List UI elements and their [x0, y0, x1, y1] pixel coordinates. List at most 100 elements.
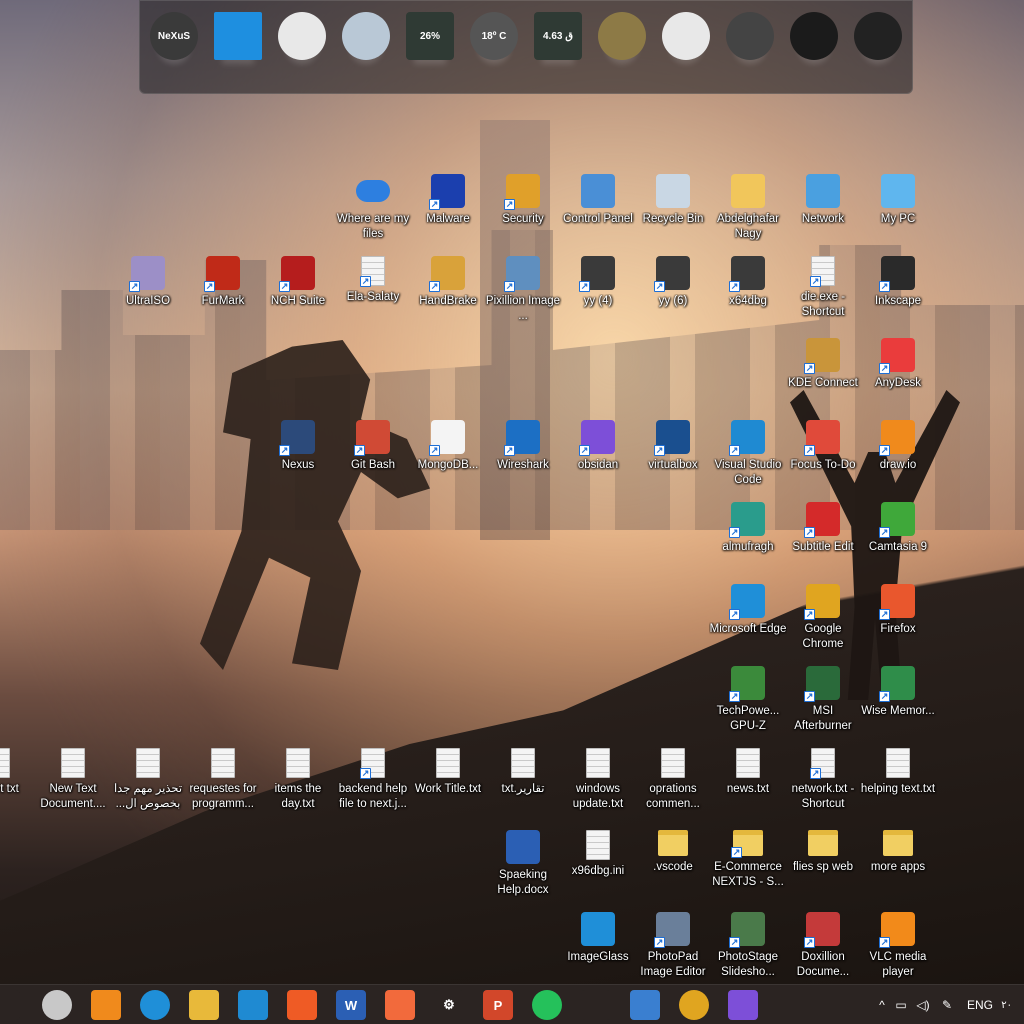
- desktop-icon-x96dbg-ini[interactable]: x96dbg.ini: [559, 828, 637, 906]
- desktop-icon-pixillion-image[interactable]: ↗ Pixillion Image ...: [484, 254, 562, 332]
- desktop-icon-google-chrome[interactable]: ↗ Google Chrome: [784, 582, 862, 660]
- dock-windows-start-icon[interactable]: [211, 9, 265, 63]
- desktop-icon-vscode[interactable]: .vscode: [634, 828, 712, 906]
- dock-clock-icon[interactable]: [275, 9, 329, 63]
- desktop-icon-yy-6[interactable]: ↗ yy (6): [634, 254, 712, 332]
- desktop-icon-news-txt[interactable]: news.txt: [709, 746, 787, 824]
- desktop-icon-wireshark[interactable]: ↗ Wireshark: [484, 418, 562, 496]
- desktop-icon-inkscape[interactable]: ↗ Inkscape: [859, 254, 937, 332]
- desktop-icon-almufragh[interactable]: ↗ almufragh: [709, 500, 787, 578]
- taskbar-edge-icon[interactable]: [140, 990, 170, 1020]
- desktop-icon-txt[interactable]: تقارير.txt: [484, 746, 562, 824]
- desktop-icon-doxillion-docume[interactable]: ↗ Doxillion Docume...: [784, 910, 862, 988]
- desktop-icon-work-title-txt[interactable]: Work Title.txt: [409, 746, 487, 824]
- taskbar-drawio-icon[interactable]: [91, 990, 121, 1020]
- desktop-icon-nch-suite[interactable]: ↗ NCH Suite: [259, 254, 337, 332]
- network-icon[interactable]: ▭: [890, 998, 912, 1012]
- desktop-icon-camtasia-9[interactable]: ↗ Camtasia 9: [859, 500, 937, 578]
- desktop-icon-network-txt-shortcut[interactable]: ↗ network.txt - Shortcut: [784, 746, 862, 824]
- desktop-icon-x64dbg[interactable]: ↗ x64dbg: [709, 254, 787, 332]
- dock-power-icon[interactable]: [723, 9, 777, 63]
- desktop-icon-spaeking-help-docx[interactable]: Spaeking Help.docx: [484, 828, 562, 906]
- desktop-icon-wise-memor[interactable]: ↗ Wise Memor...: [859, 664, 937, 742]
- desktop-icon-anydesk[interactable]: ↗ AnyDesk: [859, 336, 937, 414]
- taskbar-obsidian-icon[interactable]: [728, 990, 758, 1020]
- desktop-icon-focus-to-do[interactable]: ↗ Focus To-Do: [784, 418, 862, 496]
- clock-fragment[interactable]: ٢٠: [1000, 1000, 1012, 1011]
- taskbar-vscode-icon[interactable]: [238, 990, 268, 1020]
- taskbar-figma-icon[interactable]: [581, 990, 611, 1020]
- desktop-icon-photopad-image-editor[interactable]: ↗ PhotoPad Image Editor: [634, 910, 712, 988]
- desktop-icon-helping-text-txt[interactable]: helping text.txt: [859, 746, 937, 824]
- taskbar-word-icon[interactable]: W: [336, 990, 366, 1020]
- desktop-icon-item-41[interactable]: تحذير مهم جدا بخصوص ال...: [109, 746, 187, 824]
- desktop-icon-requestes-for-programm[interactable]: requestes for programm...: [184, 746, 262, 824]
- desktop-icon-microsoft-edge[interactable]: ↗ Microsoft Edge: [709, 582, 787, 660]
- desktop-icon-my-pc[interactable]: My PC: [859, 172, 937, 250]
- desktop-icon-eport-txt[interactable]: eport txt: [0, 746, 37, 824]
- dock-recycle-bin-icon[interactable]: [339, 9, 393, 63]
- dock-speaker-icon[interactable]: [787, 9, 841, 63]
- desktop-icon-network[interactable]: Network: [784, 172, 862, 250]
- desktop-icon-abdelghafar-nagy[interactable]: Abdelghafar Nagy: [709, 172, 787, 250]
- taskbar-file-explorer-icon[interactable]: [189, 990, 219, 1020]
- desktop-icon-yy-4[interactable]: ↗ yy (4): [559, 254, 637, 332]
- desktop-icon-virtualbox[interactable]: ↗ virtualbox: [634, 418, 712, 496]
- desktop-icon-recycle-bin[interactable]: Recycle Bin: [634, 172, 712, 250]
- taskbar-task-view-icon[interactable]: [0, 990, 20, 1020]
- desktop-icon-oprations-commen[interactable]: oprations commen...: [634, 746, 712, 824]
- desktop-icon-photostage-slidesho[interactable]: ↗ PhotoStage Slidesho...: [709, 910, 787, 988]
- desktop-icon-label: x96dbg.ini: [571, 865, 625, 877]
- dock-weather-icon[interactable]: 18º C: [467, 9, 521, 63]
- desktop-icon-msi-afterburner[interactable]: ↗ MSI Afterburner: [784, 664, 862, 742]
- desktop-icon-obsidan[interactable]: ↗ obsidan: [559, 418, 637, 496]
- desktop-icon-where-are-my-files[interactable]: Where are my files: [334, 172, 412, 250]
- desktop-icon-e-commerce-nextjs-s[interactable]: ↗ E-Commerce NEXTJS - S...: [709, 828, 787, 906]
- dock-camera-icon[interactable]: [851, 9, 905, 63]
- taskbar-postman-icon[interactable]: [287, 990, 317, 1020]
- desktop-icon-security[interactable]: ↗ Security: [484, 172, 562, 250]
- taskbar-store-icon[interactable]: [630, 990, 660, 1020]
- language-indicator[interactable]: ENG: [960, 998, 1000, 1012]
- desktop-icon-label: Camtasia 9: [868, 541, 928, 553]
- taskbar-word-glyph: W: [344, 997, 358, 1013]
- pen-icon[interactable]: ✎: [934, 998, 960, 1012]
- dock-mail-icon[interactable]: [659, 9, 713, 63]
- taskbar-xampp-icon[interactable]: [385, 990, 415, 1020]
- desktop-icon-windows-update-txt[interactable]: windows update.txt: [559, 746, 637, 824]
- desktop-icon-techpowe-gpu-z[interactable]: ↗ TechPowe... GPU-Z: [709, 664, 787, 742]
- taskbar-whatsapp-icon[interactable]: [532, 990, 562, 1020]
- desktop-icon-handbrake[interactable]: ↗ HandBrake: [409, 254, 487, 332]
- desktop-icon-malware[interactable]: ↗ Malware: [409, 172, 487, 250]
- tray-chevron-icon[interactable]: ^: [874, 998, 890, 1012]
- desktop-icon-flies-sp-web[interactable]: flies sp web: [784, 828, 862, 906]
- desktop-icon-ela-salaty[interactable]: ↗ Ela-Salaty: [334, 254, 412, 332]
- dock-nexus-logo-icon[interactable]: NeXuS: [147, 9, 201, 63]
- desktop-icon-git-bash[interactable]: ↗ Git Bash: [334, 418, 412, 496]
- dock-internet-globe-icon[interactable]: [595, 9, 649, 63]
- taskbar-chrome-icon[interactable]: [679, 990, 709, 1020]
- desktop-icon-more-apps[interactable]: more apps: [859, 828, 937, 906]
- desktop-icon-subtitle-edit[interactable]: ↗ Subtitle Edit: [784, 500, 862, 578]
- desktop-icon-furmark[interactable]: ↗ FurMark: [184, 254, 262, 332]
- volume-icon[interactable]: ◁): [912, 998, 934, 1012]
- desktop-icon-new-text-document[interactable]: New Text Document....: [34, 746, 112, 824]
- taskbar-powerpoint-icon[interactable]: P: [483, 990, 513, 1020]
- desktop-icon-control-panel[interactable]: Control Panel: [559, 172, 637, 250]
- desktop-icon-die-exe-shortcut[interactable]: ↗ die.exe - Shortcut: [784, 254, 862, 332]
- taskbar-clock-app-icon[interactable]: [42, 990, 72, 1020]
- desktop-icon-nexus[interactable]: ↗ Nexus: [259, 418, 337, 496]
- desktop-icon-vlc-media-player[interactable]: ↗ VLC media player: [859, 910, 937, 988]
- desktop-icon-firefox[interactable]: ↗ Firefox: [859, 582, 937, 660]
- dock-cpu-meter-icon[interactable]: 26%: [403, 9, 457, 63]
- desktop-icon-imageglass[interactable]: ImageGlass: [559, 910, 637, 988]
- desktop-icon-mongodb[interactable]: ↗ MongoDB...: [409, 418, 487, 496]
- desktop-icon-draw-io[interactable]: ↗ draw.io: [859, 418, 937, 496]
- desktop-icon-items-the-day-txt[interactable]: items the day.txt: [259, 746, 337, 824]
- dock-network-meter-icon[interactable]: 4.63 ق: [531, 9, 585, 63]
- desktop-icon-visual-studio-code[interactable]: ↗ Visual Studio Code: [709, 418, 787, 496]
- desktop-icon-backend-help-file-to-next-j[interactable]: ↗ backend help file to next.j...: [334, 746, 412, 824]
- desktop-icon-ultraiso[interactable]: ↗ UltraISO: [109, 254, 187, 332]
- desktop-icon-kde-connect[interactable]: ↗ KDE Connect: [784, 336, 862, 414]
- taskbar-settings-icon[interactable]: ⚙: [434, 990, 464, 1020]
